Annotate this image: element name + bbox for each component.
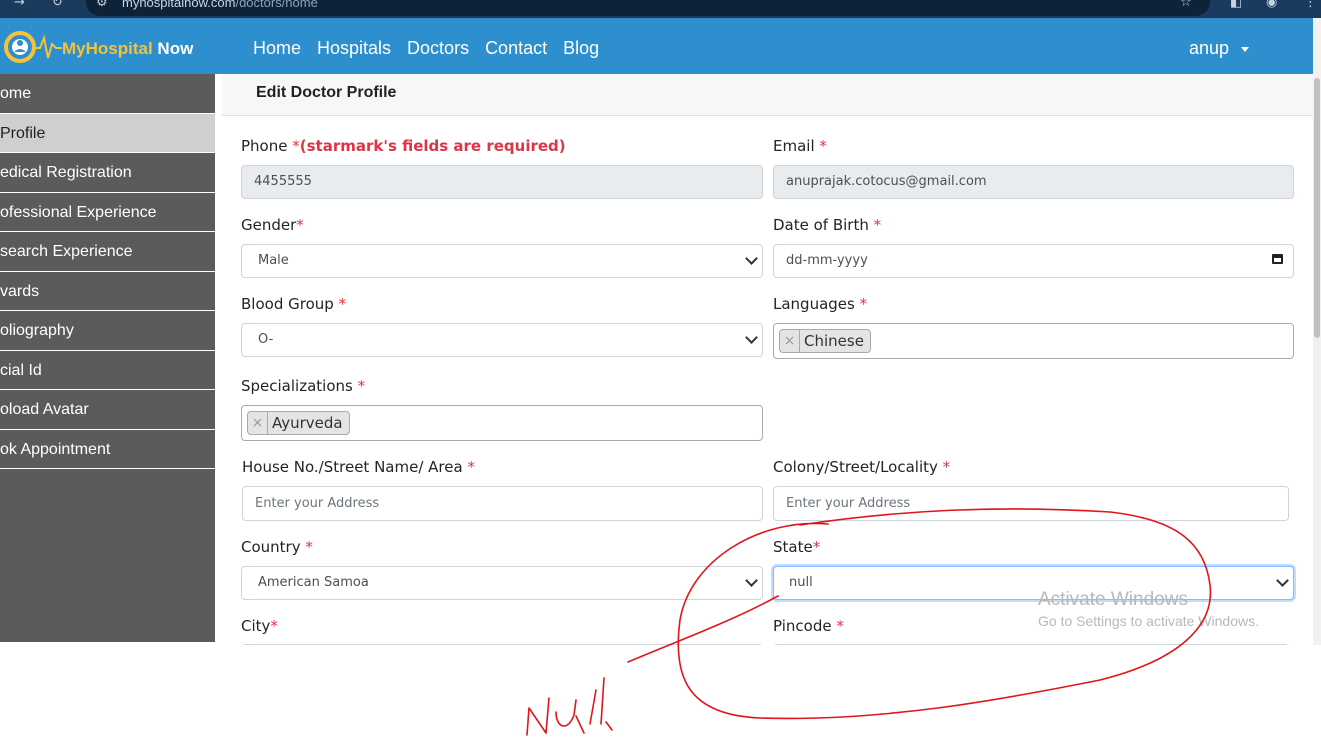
nav-hospitals[interactable]: Hospitals — [317, 38, 391, 59]
address-bar-url[interactable]: myhospitalnow.com/doctors/home — [122, 0, 318, 10]
nav-blog[interactable]: Blog — [563, 38, 599, 59]
house-address-input[interactable]: Enter your Address — [242, 486, 763, 521]
nav-doctors[interactable]: Doctors — [407, 38, 469, 59]
forward-arrow-icon[interactable]: → — [14, 0, 25, 10]
sidebar-item-bibliography[interactable]: oliography — [0, 311, 215, 351]
profile-icon[interactable]: ◉ — [1266, 0, 1277, 10]
sidebar-item-profile[interactable]: Profile — [0, 113, 215, 153]
reload-icon[interactable]: ↻ — [52, 0, 63, 10]
sidebar-item-upload-avatar[interactable]: oload Avatar — [0, 390, 215, 430]
email-input[interactable]: anuprajak.cotocus@gmail.com — [773, 165, 1294, 199]
sidebar-item-label: ok Appointment — [0, 440, 111, 458]
page-title: Edit Doctor Profile — [256, 84, 397, 101]
heartbeat-logo-icon — [4, 31, 62, 63]
card-header: Edit Doctor Profile — [222, 74, 1313, 116]
dob-input[interactable]: dd-mm-yyyy — [773, 244, 1294, 278]
brand-logo[interactable]: MyHospital Now — [0, 30, 225, 64]
edit-profile-card: Edit Doctor Profile Phone *(starmark's f… — [222, 74, 1313, 645]
city-input[interactable] — [241, 644, 763, 645]
phone-input[interactable]: 4455555 — [241, 165, 763, 199]
remove-tag-icon[interactable]: × — [780, 330, 800, 352]
caret-down-icon — [1241, 46, 1250, 52]
remove-tag-icon[interactable]: × — [248, 412, 268, 434]
browser-toolbar: → ↻ ⚙ myhospitalnow.com/doctors/home ☆ ◧… — [0, 0, 1321, 18]
dob-label: Date of Birth * — [773, 216, 882, 234]
house-label: House No./Street Name/ Area * — [242, 458, 475, 476]
sidebar-item-label: search Experience — [0, 243, 133, 260]
phone-label: Phone *(starmark's fields are required) — [241, 137, 566, 155]
sidebar-item-label: ome — [0, 85, 32, 102]
bookmark-star-icon[interactable]: ☆ — [1180, 0, 1192, 10]
languages-multiselect[interactable]: × Chinese — [773, 323, 1294, 359]
chevron-down-icon — [745, 252, 758, 265]
gender-selected-value: Male — [258, 253, 289, 268]
colony-address-input[interactable]: Enter your Address — [773, 486, 1289, 521]
user-name: anup — [1189, 38, 1230, 58]
specializations-label: Specializations * — [241, 377, 366, 395]
languages-label: Languages * — [773, 295, 868, 313]
dob-placeholder: dd-mm-yyyy — [786, 253, 868, 268]
sidebar-item-label: vards — [0, 282, 40, 300]
state-selected-value: null — [789, 575, 813, 590]
sidebar-item-awards[interactable]: vards — [0, 272, 215, 311]
activate-windows-subtitle: Go to Settings to activate Windows. — [1038, 613, 1259, 629]
chevron-down-icon — [1276, 574, 1289, 587]
activate-windows-title: Activate Windows — [1038, 589, 1188, 610]
sidebar: ome Profile edical Registration ofession… — [0, 74, 215, 642]
country-selected-value: American Samoa — [258, 575, 369, 590]
kebab-menu-icon[interactable]: ⋮ — [1304, 0, 1317, 10]
country-select[interactable]: American Samoa — [241, 566, 763, 600]
language-tag: × Chinese — [779, 329, 871, 353]
sidebar-item-professional-experience[interactable]: ofessional Experience — [0, 193, 215, 232]
top-navbar: MyHospital Now Home Hospitals Doctors Co… — [0, 18, 1313, 74]
gender-label: Gender* — [241, 216, 304, 234]
brand-name: MyHospital Now — [62, 39, 194, 58]
colony-label: Colony/Street/Locality * — [773, 458, 951, 476]
nav-contact[interactable]: Contact — [485, 38, 547, 59]
nav-home[interactable]: Home — [253, 38, 301, 59]
blood-group-select[interactable]: O- — [241, 323, 763, 357]
site-info-icon[interactable]: ⚙ — [96, 0, 108, 10]
sidebar-item-social-id[interactable]: cial Id — [0, 351, 215, 390]
email-label: Email * — [773, 137, 827, 155]
sidebar-item-label: edical Registration — [0, 164, 132, 181]
pincode-label: Pincode * — [773, 617, 844, 635]
blood-group-label: Blood Group * — [241, 295, 347, 313]
sidebar-item-medical-registration[interactable]: edical Registration — [0, 153, 215, 193]
state-label: State* — [773, 538, 821, 556]
sidebar-item-label: ofessional Experience — [0, 203, 157, 221]
main-nav: Home Hospitals Doctors Contact Blog — [253, 38, 599, 59]
city-label: City* — [241, 617, 278, 635]
page-scrollbar[interactable] — [1313, 18, 1321, 645]
sidebar-item-book-appointment[interactable]: ok Appointment — [0, 430, 215, 469]
annotation-handwritten-null — [526, 677, 613, 736]
sidebar-item-research-experience[interactable]: search Experience — [0, 232, 215, 272]
sidebar-item-label: cial Id — [0, 361, 42, 379]
sidebar-item-label: oliography — [0, 322, 74, 339]
sidepanel-icon[interactable]: ◧ — [1230, 0, 1242, 10]
sidebar-item-label: Profile — [0, 124, 46, 142]
country-label: Country * — [241, 538, 313, 556]
pincode-input[interactable] — [773, 644, 1289, 645]
gender-select[interactable]: Male — [241, 244, 763, 278]
blood-group-selected-value: O- — [258, 332, 274, 347]
chevron-down-icon — [745, 574, 758, 587]
calendar-icon[interactable] — [1272, 254, 1283, 264]
user-menu-dropdown[interactable]: anup — [1189, 38, 1250, 59]
sidebar-item-home[interactable]: ome — [0, 74, 215, 114]
chevron-down-icon — [745, 331, 758, 344]
sidebar-item-label: oload Avatar — [0, 401, 89, 418]
specializations-multiselect[interactable]: × Ayurveda — [241, 405, 763, 441]
scrollbar-thumb[interactable] — [1314, 78, 1320, 338]
specialization-tag: × Ayurveda — [247, 411, 350, 435]
state-select[interactable]: null — [773, 566, 1294, 600]
